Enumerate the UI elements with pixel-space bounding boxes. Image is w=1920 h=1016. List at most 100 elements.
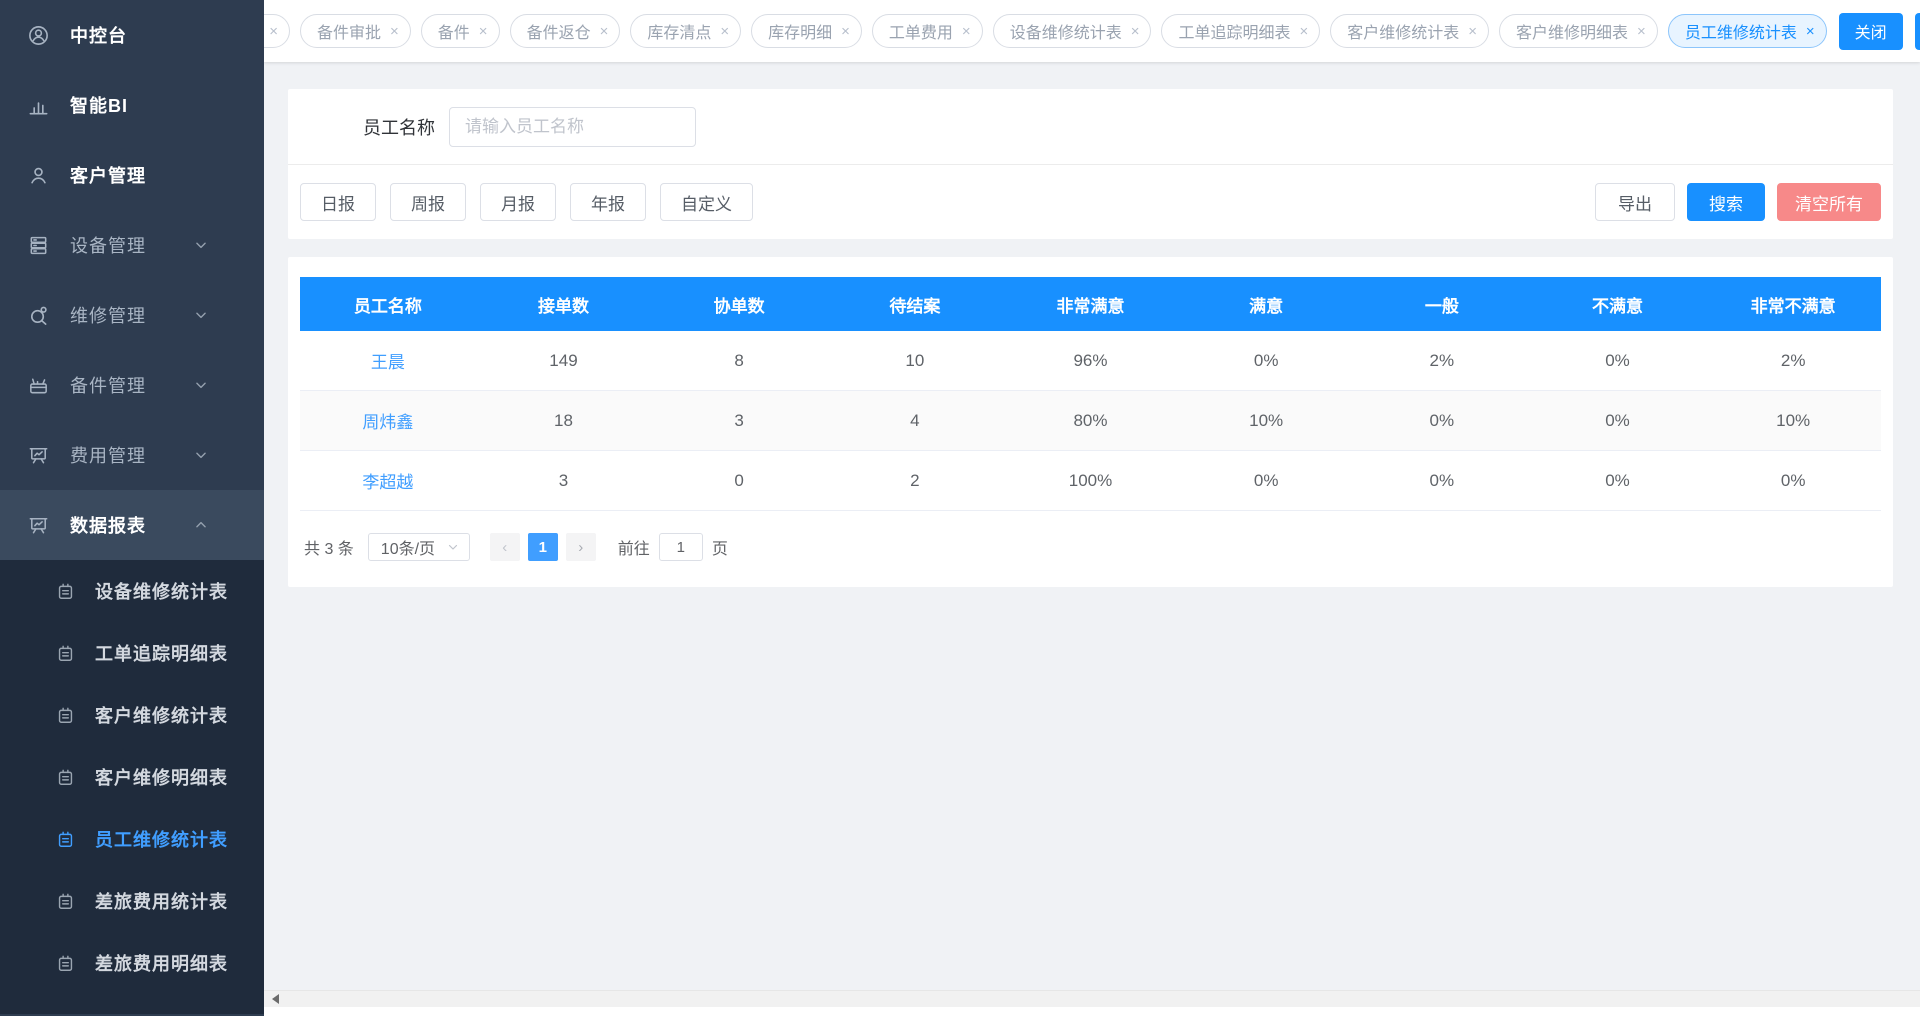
sidebar-item-3[interactable]: 设备管理 xyxy=(0,210,264,280)
page-size-value: 10条/页 xyxy=(381,535,435,559)
table-cell: 10% xyxy=(1178,411,1354,431)
page-size-select[interactable]: 10条/页 xyxy=(368,533,470,561)
period-button-0[interactable]: 日报 xyxy=(300,183,376,221)
sidebar-item-5[interactable]: 备件管理 xyxy=(0,350,264,420)
tab-item-10[interactable]: 员工维修统计表 × xyxy=(1668,14,1827,48)
employee-name-input[interactable] xyxy=(449,107,696,147)
table-cell: 0% xyxy=(1530,411,1706,431)
page-number-button[interactable]: 1 xyxy=(528,533,558,561)
clear-all-button[interactable]: 清空所有 xyxy=(1777,183,1881,221)
dashboard-view-button[interactable]: 看板展示 xyxy=(1915,13,1920,50)
tab-item-7[interactable]: 工单追踪明细表 × xyxy=(1161,14,1320,48)
goto-page-input[interactable] xyxy=(659,533,703,561)
sidebar-subitem-2[interactable]: 客户维修统计表 xyxy=(0,684,264,746)
board-icon xyxy=(27,514,50,537)
horizontal-scrollbar[interactable] xyxy=(264,990,1920,1007)
sidebar-subitem-label: 客户维修明细表 xyxy=(95,764,228,790)
sidebar-item-4[interactable]: 维修管理 xyxy=(0,280,264,350)
tab-item-9[interactable]: 客户维修明细表× xyxy=(1499,14,1658,48)
tab-item-0[interactable]: 备件审批× xyxy=(300,14,411,48)
tab-item-5[interactable]: 工单费用× xyxy=(872,14,983,48)
table-body: 王晨14981096%0%2%0%2%周炜鑫183480%10%0%0%10%李… xyxy=(300,331,1881,511)
sidebar-subitem-label: 客户维修统计表 xyxy=(95,702,228,728)
tab-close-icon[interactable]: × xyxy=(479,24,488,39)
tab-close-icon[interactable]: × xyxy=(841,24,850,39)
sidebar-subitem-3[interactable]: 客户维修明细表 xyxy=(0,746,264,808)
sidebar-subitem-6[interactable]: 差旅费用明细表 xyxy=(0,932,264,994)
tab-close-icon[interactable]: × xyxy=(600,24,609,39)
table-cell: 96% xyxy=(1003,351,1179,371)
table-column-header: 员工名称 xyxy=(300,292,476,317)
chevron-down-icon xyxy=(194,448,208,462)
tab-bar: × 备件审批×备件×备件返仓×库存清点×库存明细×工单费用×设备维修统计表×工单… xyxy=(264,0,1920,62)
tab-label: 工单追踪明细表 xyxy=(1178,19,1290,43)
sidebar-item-0[interactable]: 中控台 xyxy=(0,0,264,70)
sidebar-subitem-5[interactable]: 差旅费用统计表 xyxy=(0,870,264,932)
export-button[interactable]: 导出 xyxy=(1595,183,1675,221)
tab-item-3[interactable]: 库存清点× xyxy=(630,14,741,48)
sidebar: 中控台智能BI 客户管理设备管理维修管理备件管理费用管理数据报表 设备维修统计表工… xyxy=(0,0,264,1016)
tab-close-icon[interactable]: × xyxy=(1131,24,1140,39)
sidebar-item-6[interactable]: 费用管理 xyxy=(0,420,264,490)
tab-item-clipped[interactable]: × xyxy=(264,14,290,48)
tab-item-6[interactable]: 设备维修统计表 × xyxy=(993,14,1152,48)
sidebar-item-2[interactable]: 客户管理 xyxy=(0,140,264,210)
tab-item-1[interactable]: 备件× xyxy=(421,14,500,48)
board-icon xyxy=(27,444,50,467)
table-cell: 2% xyxy=(1705,351,1881,371)
period-button-4[interactable]: 自定义 xyxy=(660,183,753,221)
tab-close-icon[interactable]: × xyxy=(1806,24,1815,39)
table-column-header: 待结案 xyxy=(827,292,1003,317)
table-column-header: 不满意 xyxy=(1530,292,1706,317)
sidebar-item-label: 数据报表 xyxy=(70,512,146,538)
sidebar-subitem-0[interactable]: 设备维修统计表 xyxy=(0,560,264,622)
scroll-left-arrow-icon[interactable] xyxy=(272,994,279,1004)
table-cell: 10% xyxy=(1705,411,1881,431)
period-button-3[interactable]: 年报 xyxy=(570,183,646,221)
tab-item-8[interactable]: 客户维修统计表× xyxy=(1330,14,1489,48)
period-button-1[interactable]: 周报 xyxy=(390,183,466,221)
employee-name-link[interactable]: 周炜鑫 xyxy=(300,408,476,433)
table-cell: 0% xyxy=(1178,471,1354,491)
table-header-row: 员工名称接单数协单数待结案非常满意满意一般不满意非常不满意 xyxy=(300,277,1881,331)
sidebar-item-1[interactable]: 智能BI xyxy=(0,70,264,140)
tab-close-icon[interactable]: × xyxy=(269,24,278,39)
tab-item-2[interactable]: 备件返仓× xyxy=(510,14,621,48)
search-button[interactable]: 搜索 xyxy=(1687,183,1765,221)
sidebar-subitem-4[interactable]: 员工维修统计表 xyxy=(0,808,264,870)
note-icon xyxy=(56,644,75,663)
tab-close-icon[interactable]: × xyxy=(1637,24,1646,39)
sidebar-item-label: 维修管理 xyxy=(70,302,146,328)
tab-close-icon[interactable]: × xyxy=(1468,24,1477,39)
close-all-tabs-button[interactable]: 关闭 xyxy=(1839,13,1903,50)
employee-name-link[interactable]: 李超越 xyxy=(300,468,476,493)
tab-close-icon[interactable]: × xyxy=(390,24,399,39)
content-area: 员工名称 日报周报月报年报自定义 导出 搜索 清空所有 员工名称接单数协单数待结… xyxy=(264,62,1920,1016)
table-cell: 0% xyxy=(1530,471,1706,491)
table-cell: 18 xyxy=(476,411,652,431)
prev-page-button[interactable]: ‹ xyxy=(490,533,520,561)
table-cell: 10 xyxy=(827,351,1003,371)
sidebar-subitem-label: 差旅费用统计表 xyxy=(95,888,228,914)
sidebar-subitem-1[interactable]: 工单追踪明细表 xyxy=(0,622,264,684)
tab-label: 设备维修统计表 xyxy=(1010,19,1122,43)
chevron-down-icon xyxy=(194,308,208,322)
employee-name-link[interactable]: 王晨 xyxy=(300,348,476,373)
server-icon xyxy=(27,234,50,257)
table-column-header: 非常满意 xyxy=(1003,292,1179,317)
sidebar-menu: 中控台智能BI 客户管理设备管理维修管理备件管理费用管理数据报表 xyxy=(0,0,264,560)
table-cell: 0% xyxy=(1354,471,1530,491)
sidebar-item-label: 客户管理 xyxy=(70,162,146,188)
tab-close-icon[interactable]: × xyxy=(962,24,971,39)
tab-close-icon[interactable]: × xyxy=(720,24,729,39)
sidebar-item-label: 备件管理 xyxy=(70,372,146,398)
tab-close-icon[interactable]: × xyxy=(1299,24,1308,39)
period-button-2[interactable]: 月报 xyxy=(480,183,556,221)
tab-item-4[interactable]: 库存明细× xyxy=(751,14,862,48)
table-row-0: 王晨14981096%0%2%0%2% xyxy=(300,331,1881,391)
sidebar-item-7[interactable]: 数据报表 xyxy=(0,490,264,560)
tab-label: 员工维修统计表 xyxy=(1685,19,1797,43)
report-table-card: 员工名称接单数协单数待结案非常满意满意一般不满意非常不满意 王晨14981096… xyxy=(288,257,1893,587)
sidebar-subitem-label: 设备维修统计表 xyxy=(95,578,228,604)
next-page-button[interactable]: › xyxy=(566,533,596,561)
